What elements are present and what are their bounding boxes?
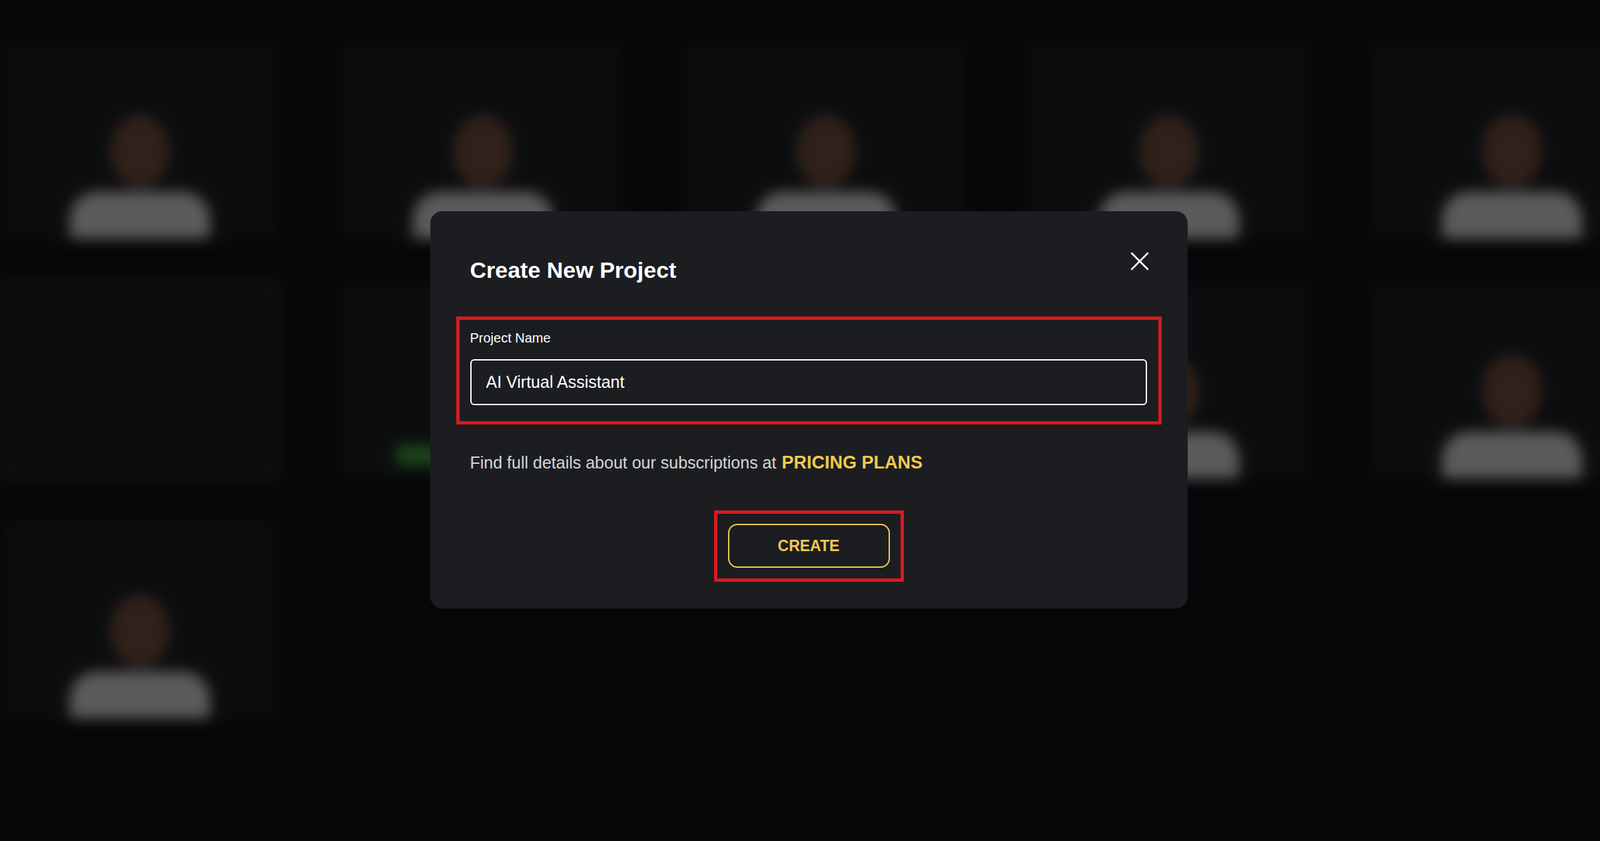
project-name-input[interactable] bbox=[470, 359, 1148, 405]
page: Create New Project Project Name Find full … bbox=[0, 0, 1600, 841]
button-row: CREATE bbox=[456, 510, 1162, 582]
pricing-note: Find full details about our subscription… bbox=[470, 452, 1162, 473]
create-button[interactable]: CREATE bbox=[728, 523, 890, 568]
create-project-dialog: Create New Project Project Name Find full … bbox=[430, 211, 1188, 609]
button-highlight: CREATE bbox=[714, 510, 904, 582]
field-label: Project Name bbox=[470, 329, 1148, 347]
close-icon bbox=[1129, 251, 1150, 272]
dialog-header: Create New Project bbox=[456, 251, 1162, 289]
modal-overlay: Create New Project Project Name Find full … bbox=[0, 0, 1600, 841]
pricing-link[interactable]: PRICING PLANS bbox=[781, 452, 923, 473]
field-highlight: Project Name bbox=[456, 316, 1162, 425]
close-button[interactable] bbox=[1129, 251, 1150, 272]
dialog-title: Create New Project bbox=[470, 256, 677, 284]
